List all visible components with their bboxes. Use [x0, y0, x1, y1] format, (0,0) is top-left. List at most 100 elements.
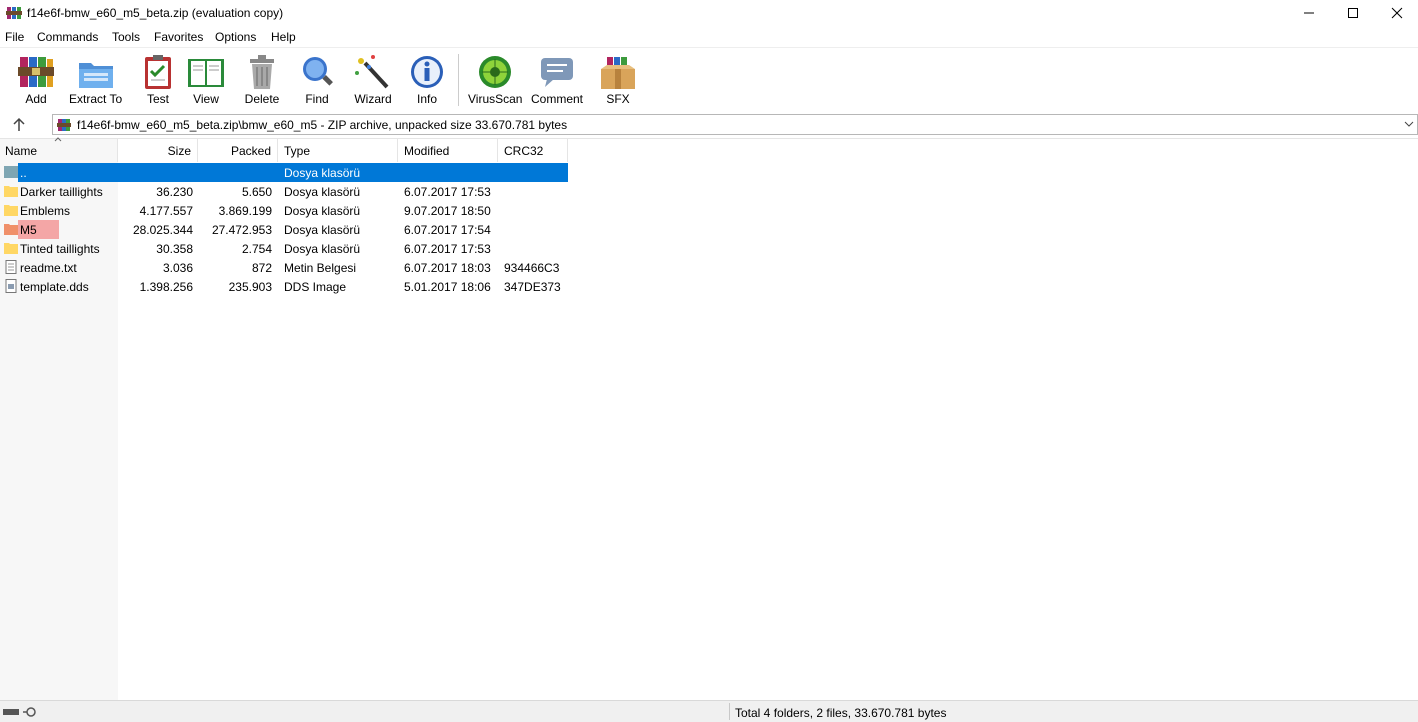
table-row[interactable]: Emblems 4.177.557 3.869.199 Dosya klasör…	[0, 201, 568, 220]
cell-size: 36.230	[156, 185, 193, 199]
cell-name: ..	[20, 166, 27, 180]
column-header-packed[interactable]: Packed	[198, 139, 278, 162]
parent-folder-icon	[4, 166, 18, 178]
extract-to-button[interactable]: Extract To	[69, 53, 122, 106]
cell-crc32: 347DE373	[504, 280, 561, 294]
address-bar[interactable]: f14e6f-bmw_e60_m5_beta.zip\bmw_e60_m5 - …	[52, 114, 1418, 135]
sfx-box-icon	[601, 57, 635, 89]
cell-size: 4.177.557	[139, 204, 193, 218]
info-button[interactable]: Info	[407, 53, 447, 106]
column-header-size[interactable]: Size	[118, 139, 198, 162]
cell-modified: 6.07.2017 18:03	[404, 261, 491, 275]
cell-modified: 6.07.2017 17:54	[404, 223, 491, 237]
comment-button[interactable]: Comment	[531, 53, 583, 106]
window-title: f14e6f-bmw_e60_m5_beta.zip (evaluation c…	[27, 6, 284, 20]
table-row[interactable]: Tinted taillights 30.358 2.754 Dosya kla…	[0, 239, 568, 258]
toolbar-separator	[458, 54, 459, 106]
view-button[interactable]: View	[186, 53, 226, 106]
chevron-down-icon[interactable]	[1403, 118, 1415, 130]
virusscan-button[interactable]: VirusScan	[468, 53, 522, 106]
test-button[interactable]: Test	[138, 53, 178, 106]
sfx-label: SFX	[606, 92, 630, 106]
cell-type: Dosya klasörü	[284, 204, 361, 218]
menu-help[interactable]: Help	[271, 30, 296, 44]
minimize-button[interactable]	[1286, 0, 1332, 26]
menu-commands[interactable]: Commands	[37, 30, 98, 44]
maximize-icon	[1348, 8, 1358, 18]
toolbar: Add Extract To Test View Delete Find Wiz…	[0, 47, 1418, 110]
cell-size: 3.036	[162, 261, 193, 275]
maximize-button[interactable]	[1330, 0, 1376, 26]
cell-packed: 3.869.199	[218, 204, 272, 218]
address-row: f14e6f-bmw_e60_m5_beta.zip\bmw_e60_m5 - …	[0, 112, 1418, 139]
column-header-modified[interactable]: Modified	[398, 139, 498, 162]
comment-icon	[541, 58, 573, 87]
cell-modified: 9.07.2017 18:50	[404, 204, 491, 218]
menu-bar: File Commands Tools Favorites Options He…	[0, 28, 1418, 46]
close-icon	[1391, 7, 1403, 19]
delete-label: Delete	[244, 92, 280, 106]
cell-name: template.dds	[20, 280, 89, 294]
table-row[interactable]: Darker taillights 36.230 5.650 Dosya kla…	[0, 182, 568, 201]
menu-file[interactable]: File	[5, 30, 24, 44]
wizard-button[interactable]: Wizard	[353, 53, 393, 106]
magnifier-icon	[303, 57, 333, 86]
sort-up-icon	[54, 137, 62, 142]
view-label: View	[193, 92, 219, 106]
address-path: f14e6f-bmw_e60_m5_beta.zip\bmw_e60_m5 - …	[77, 118, 568, 132]
virus-scan-icon	[479, 56, 512, 88]
add-label: Add	[25, 92, 47, 106]
folder-icon	[4, 205, 18, 216]
menu-options[interactable]: Options	[215, 30, 256, 44]
delete-button[interactable]: Delete	[242, 53, 282, 106]
title-bar: f14e6f-bmw_e60_m5_beta.zip (evaluation c…	[0, 0, 1418, 26]
test-label: Test	[146, 92, 169, 106]
cell-name: Tinted taillights	[20, 242, 100, 256]
cell-name: Darker taillights	[20, 185, 103, 199]
menu-favorites[interactable]: Favorites	[154, 30, 203, 44]
find-button[interactable]: Find	[297, 53, 337, 106]
up-arrow-icon[interactable]	[10, 116, 28, 134]
cell-packed: 5.650	[241, 185, 272, 199]
add-button[interactable]: Add	[16, 53, 56, 106]
folder-icon	[4, 224, 18, 235]
view-book-icon	[188, 59, 224, 87]
cell-type: Dosya klasörü	[284, 166, 361, 180]
table-row[interactable]: template.dds 1.398.256 235.903 DDS Image…	[0, 277, 568, 296]
cell-crc32: 934466C3	[504, 261, 560, 275]
comment-label: Comment	[531, 92, 584, 106]
extract-to-label: Extract To	[69, 92, 123, 106]
cell-size: 30.358	[156, 242, 193, 256]
info-icon	[411, 56, 443, 88]
add-books-icon	[18, 57, 54, 87]
close-button[interactable]	[1374, 0, 1418, 26]
cell-type: Dosya klasörü	[284, 223, 361, 237]
menu-tools[interactable]: Tools	[112, 30, 140, 44]
cell-size: 1.398.256	[139, 280, 193, 294]
image-file-icon	[5, 279, 17, 293]
cell-modified: 6.07.2017 17:53	[404, 185, 491, 199]
extract-folder-icon	[78, 63, 113, 88]
folder-icon	[4, 243, 18, 254]
table-row[interactable]: M5 28.025.344 27.472.953 Dosya klasörü 6…	[0, 220, 568, 239]
table-row[interactable]: readme.txt 3.036 872 Metin Belgesi 6.07.…	[0, 258, 568, 277]
cell-type: Metin Belgesi	[284, 261, 357, 275]
cell-packed: 2.754	[241, 242, 272, 256]
column-header-name[interactable]: Name	[0, 137, 118, 162]
zip-archive-icon	[57, 119, 71, 131]
cell-type: Dosya klasörü	[284, 185, 361, 199]
column-header-crc32[interactable]: CRC32	[498, 139, 568, 162]
folder-icon	[4, 186, 18, 197]
cell-name: Emblems	[20, 204, 71, 218]
file-list: Name Size Packed Type Modified CRC32 .. …	[0, 137, 1418, 700]
status-summary: Total 4 folders, 2 files, 33.670.781 byt…	[735, 706, 947, 720]
cell-size: 28.025.344	[132, 223, 193, 237]
magic-wand-icon	[355, 55, 389, 89]
column-header-type[interactable]: Type	[278, 139, 398, 162]
minimize-icon	[1304, 12, 1314, 14]
cell-modified: 6.07.2017 17:53	[404, 242, 491, 256]
text-file-icon	[5, 260, 17, 274]
trash-icon	[250, 55, 274, 89]
sfx-button[interactable]: SFX	[598, 53, 638, 106]
table-row-parent[interactable]: .. Dosya klasörü	[0, 163, 568, 182]
